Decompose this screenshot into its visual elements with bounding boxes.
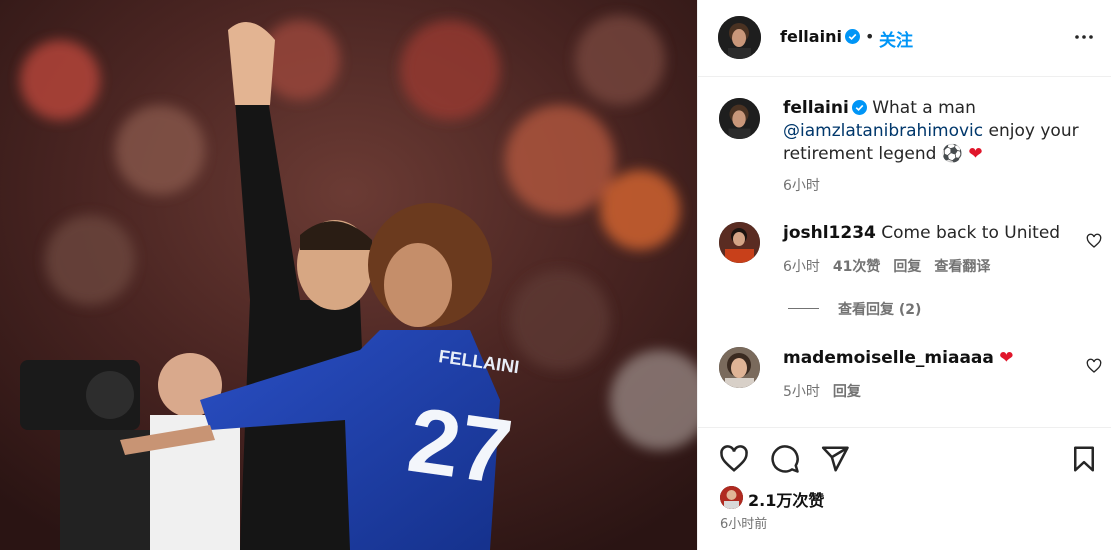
comment-meta: 5小时 回复 <box>783 381 861 401</box>
comment-avatar[interactable] <box>719 222 760 263</box>
likes-count[interactable]: 2.1万次赞 <box>748 487 824 511</box>
author-avatar[interactable] <box>718 16 761 59</box>
author-username[interactable]: fellaini <box>780 27 860 46</box>
comment-heart-icon[interactable] <box>1086 358 1102 374</box>
comment-username[interactable]: joshl1234 <box>783 223 876 243</box>
more-options-icon[interactable] <box>1072 25 1096 49</box>
comment-reply-button[interactable]: 回复 <box>833 384 861 400</box>
caption-username[interactable]: fellaini <box>783 98 849 118</box>
follow-button[interactable]: 关注 <box>879 26 913 51</box>
share-paper-plane-icon[interactable] <box>820 444 850 474</box>
liker-avatar[interactable] <box>720 486 743 509</box>
post-header: fellaini • 关注 <box>698 0 1111 77</box>
comment-time[interactable]: 5小时 <box>783 384 820 400</box>
view-replies-divider <box>788 308 819 309</box>
author-username-text[interactable]: fellaini <box>780 27 842 46</box>
save-bookmark-icon[interactable] <box>1069 444 1099 474</box>
comment-translate-button[interactable]: 查看翻译 <box>934 259 990 275</box>
comment-likes[interactable]: 41次赞 <box>833 259 880 275</box>
view-replies-button[interactable]: 查看回复 (2) <box>838 299 921 319</box>
caption-text: fellaini What a man @iamzlatanibrahimovi… <box>783 97 1083 166</box>
caption-body-1: What a man <box>866 98 976 118</box>
caption-author-avatar[interactable] <box>719 98 760 139</box>
comment-bubble-icon[interactable] <box>770 444 800 474</box>
post-photo-illustration: FELLAINI 27 <box>0 0 697 550</box>
post-actions: 2.1万次赞 6小时前 <box>698 427 1111 550</box>
comment-text: mademoiselle_miaaaa ❤ <box>783 348 1014 368</box>
post-timestamp[interactable]: 6小时前 <box>720 513 767 532</box>
post-side-panel: fellaini • 关注 fellaini What a man @iamzl… <box>697 0 1111 550</box>
comment-heart-icon[interactable] <box>1086 233 1102 249</box>
red-heart-emoji: ❤ <box>968 144 983 164</box>
comment-text: joshl1234 Come back to United <box>783 223 1060 243</box>
comment-reply-button[interactable]: 回复 <box>893 259 921 275</box>
comment-body: Come back to United <box>875 223 1061 243</box>
caption-mention-link[interactable]: @iamzlatanibrahimovic <box>783 121 983 141</box>
comment-time[interactable]: 6小时 <box>783 259 820 275</box>
soccer-ball-emoji: ⚽ <box>941 144 963 164</box>
jersey-number: 27 <box>402 389 518 504</box>
caption-meta: 6小时 <box>783 175 820 195</box>
caption-time[interactable]: 6小时 <box>783 178 820 194</box>
verified-badge-icon <box>844 29 860 44</box>
comment-avatar[interactable] <box>719 347 760 388</box>
header-separator: • <box>865 27 875 46</box>
like-heart-icon[interactable] <box>719 444 749 474</box>
red-heart-emoji: ❤ <box>999 348 1014 368</box>
comment-meta: 6小时 41次赞 回复 查看翻译 <box>783 256 990 276</box>
comment-username[interactable]: mademoiselle_miaaaa <box>783 348 994 368</box>
caption-verified-badge-icon <box>851 100 867 115</box>
post-photo[interactable]: FELLAINI 27 <box>0 0 697 550</box>
